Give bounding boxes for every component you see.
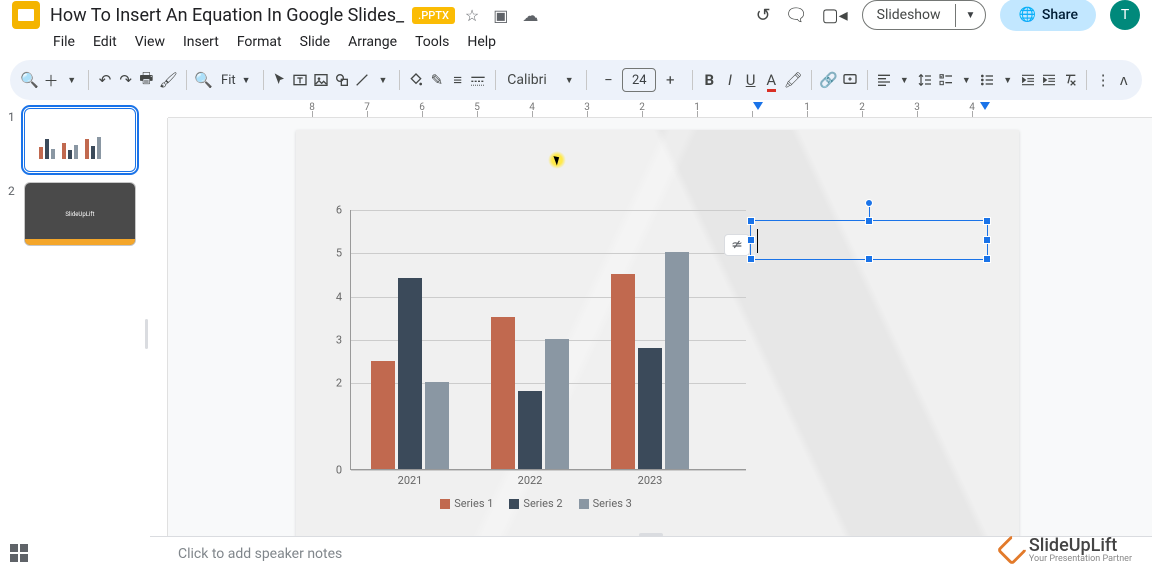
underline-button[interactable]: U xyxy=(742,66,759,94)
slideshow-button[interactable]: Slideshow ▼ xyxy=(862,0,987,30)
collapse-toolbar-button[interactable]: ʌ xyxy=(1115,66,1132,94)
new-slide-button[interactable]: ＋ xyxy=(43,66,60,94)
textbox-tool[interactable] xyxy=(292,66,309,94)
fontsize-decrease[interactable]: − xyxy=(594,66,622,94)
app-icon[interactable] xyxy=(12,1,40,29)
border-color-button[interactable]: ✎ xyxy=(429,66,446,94)
menu-help[interactable]: Help xyxy=(460,30,503,54)
new-slide-dropdown[interactable]: ▼ xyxy=(63,66,80,94)
zoom-out-icon[interactable]: 🔍 xyxy=(194,66,213,94)
indent-increase-button[interactable] xyxy=(1041,66,1058,94)
menu-arrange[interactable]: Arrange xyxy=(341,30,404,54)
fill-color-button[interactable] xyxy=(408,66,425,94)
clear-formatting-button[interactable] xyxy=(1061,66,1078,94)
ruler-indent-marker[interactable] xyxy=(980,102,990,110)
selected-textbox[interactable] xyxy=(750,220,988,260)
canvas[interactable]: 876543211234 023456 202120222023 Series … xyxy=(150,100,1152,538)
checklist-button[interactable] xyxy=(937,66,954,94)
slide-thumbnail-1[interactable] xyxy=(24,108,136,172)
menu-view[interactable]: View xyxy=(128,30,172,54)
move-icon[interactable]: ▣ xyxy=(493,6,508,25)
account-avatar[interactable]: T xyxy=(1110,0,1140,30)
menu-tools[interactable]: Tools xyxy=(408,30,456,54)
bullet-dropdown[interactable]: ▼ xyxy=(999,66,1016,94)
fontsize-increase[interactable]: + xyxy=(656,66,684,94)
history-icon[interactable]: ↺ xyxy=(756,5,771,26)
menu-edit[interactable]: Edit xyxy=(86,30,124,54)
ruler-indent-marker[interactable] xyxy=(753,102,763,110)
watermark: SlideUpLift Your Presentation Partner xyxy=(1001,535,1132,564)
menu-slide[interactable]: Slide xyxy=(293,30,337,54)
line-spacing-button[interactable] xyxy=(917,66,934,94)
thumb-number: 1 xyxy=(8,108,18,172)
select-tool[interactable] xyxy=(271,66,288,94)
border-dash-button[interactable] xyxy=(470,66,487,94)
title-bar: How To Insert An Equation In Google Slid… xyxy=(0,0,1152,30)
redo-button[interactable]: ↷ xyxy=(117,66,134,94)
resize-handle[interactable] xyxy=(747,255,755,263)
bold-button[interactable]: B xyxy=(701,66,718,94)
star-icon[interactable]: ☆ xyxy=(465,6,479,25)
thumb-number: 2 xyxy=(8,182,18,246)
more-options-button[interactable]: ⋮ xyxy=(1095,66,1112,94)
file-type-badge: .PPTX xyxy=(412,7,455,24)
font-select[interactable]: Calibri▼ xyxy=(503,72,577,88)
image-tool[interactable] xyxy=(313,66,330,94)
border-weight-button[interactable]: ≡ xyxy=(449,66,466,94)
grid-view-button[interactable] xyxy=(10,544,28,562)
insert-link-button[interactable]: 🔗 xyxy=(819,66,838,94)
document-title[interactable]: How To Insert An Equation In Google Slid… xyxy=(50,5,404,26)
resize-handle[interactable] xyxy=(983,255,991,263)
line-dropdown[interactable]: ▼ xyxy=(375,66,392,94)
bullet-list-button[interactable] xyxy=(979,66,996,94)
share-button[interactable]: 🌐 Share xyxy=(1000,0,1096,31)
text-color-button[interactable]: A xyxy=(763,66,780,94)
resize-handle[interactable] xyxy=(747,236,755,244)
zoom-select[interactable]: Fit▼ xyxy=(217,73,255,88)
fontsize-input[interactable]: 24 xyxy=(622,68,656,92)
speaker-notes-placeholder: Click to add speaker notes xyxy=(178,546,342,562)
vertical-ruler[interactable] xyxy=(150,118,168,538)
resize-handle[interactable] xyxy=(747,217,755,225)
rotate-handle[interactable] xyxy=(865,199,873,207)
paint-format-button[interactable]: 🖌 xyxy=(159,66,178,94)
align-button[interactable] xyxy=(875,66,892,94)
insert-comment-button[interactable] xyxy=(842,66,859,94)
shape-tool[interactable] xyxy=(333,66,350,94)
align-dropdown[interactable]: ▼ xyxy=(896,66,913,94)
comments-icon[interactable]: 🗨 xyxy=(785,5,808,26)
resize-handle[interactable] xyxy=(865,255,873,263)
slideshow-dropdown[interactable]: ▼ xyxy=(955,4,986,27)
text-caret xyxy=(757,229,758,253)
toolbar: 🔍 ＋ ▼ ↶ ↷ 🖶 🖌 🔍 Fit▼ ▼ ✎ ≡ Calibri▼ − 24… xyxy=(10,60,1142,100)
slide-thumbnail-2[interactable]: SlideUpLift xyxy=(24,182,136,246)
menu-bar: File Edit View Insert Format Slide Arran… xyxy=(0,30,1152,60)
horizontal-ruler[interactable]: 876543211234 xyxy=(168,100,1152,118)
undo-button[interactable]: ↶ xyxy=(97,66,114,94)
indent-decrease-button[interactable] xyxy=(1020,66,1037,94)
resize-handle[interactable] xyxy=(983,217,991,225)
slide-page[interactable]: 023456 202120222023 Series 1Series 2Seri… xyxy=(296,130,1019,538)
menu-format[interactable]: Format xyxy=(230,30,289,54)
slide-panel[interactable]: 1 2 SlideUpLift xyxy=(0,100,144,538)
italic-button[interactable]: I xyxy=(722,66,739,94)
search-menus-icon[interactable]: 🔍 xyxy=(20,66,39,94)
menu-insert[interactable]: Insert xyxy=(176,30,226,54)
checklist-dropdown[interactable]: ▼ xyxy=(958,66,975,94)
resize-handle[interactable] xyxy=(865,217,873,225)
print-button[interactable]: 🖶 xyxy=(138,66,155,94)
line-tool[interactable] xyxy=(354,66,371,94)
cloud-icon[interactable]: ☁ xyxy=(522,6,538,25)
bar-chart[interactable]: 023456 202120222023 Series 1Series 2Seri… xyxy=(326,210,746,510)
menu-file[interactable]: File xyxy=(46,30,82,54)
meet-icon[interactable]: ▢◂ xyxy=(822,5,848,26)
highlight-button[interactable]: 🖍 xyxy=(784,66,803,94)
speaker-notes-resize[interactable] xyxy=(639,533,663,537)
globe-icon: 🌐 xyxy=(1018,7,1035,23)
resize-handle[interactable] xyxy=(983,236,991,244)
slideuplift-logo-icon xyxy=(1001,539,1023,561)
